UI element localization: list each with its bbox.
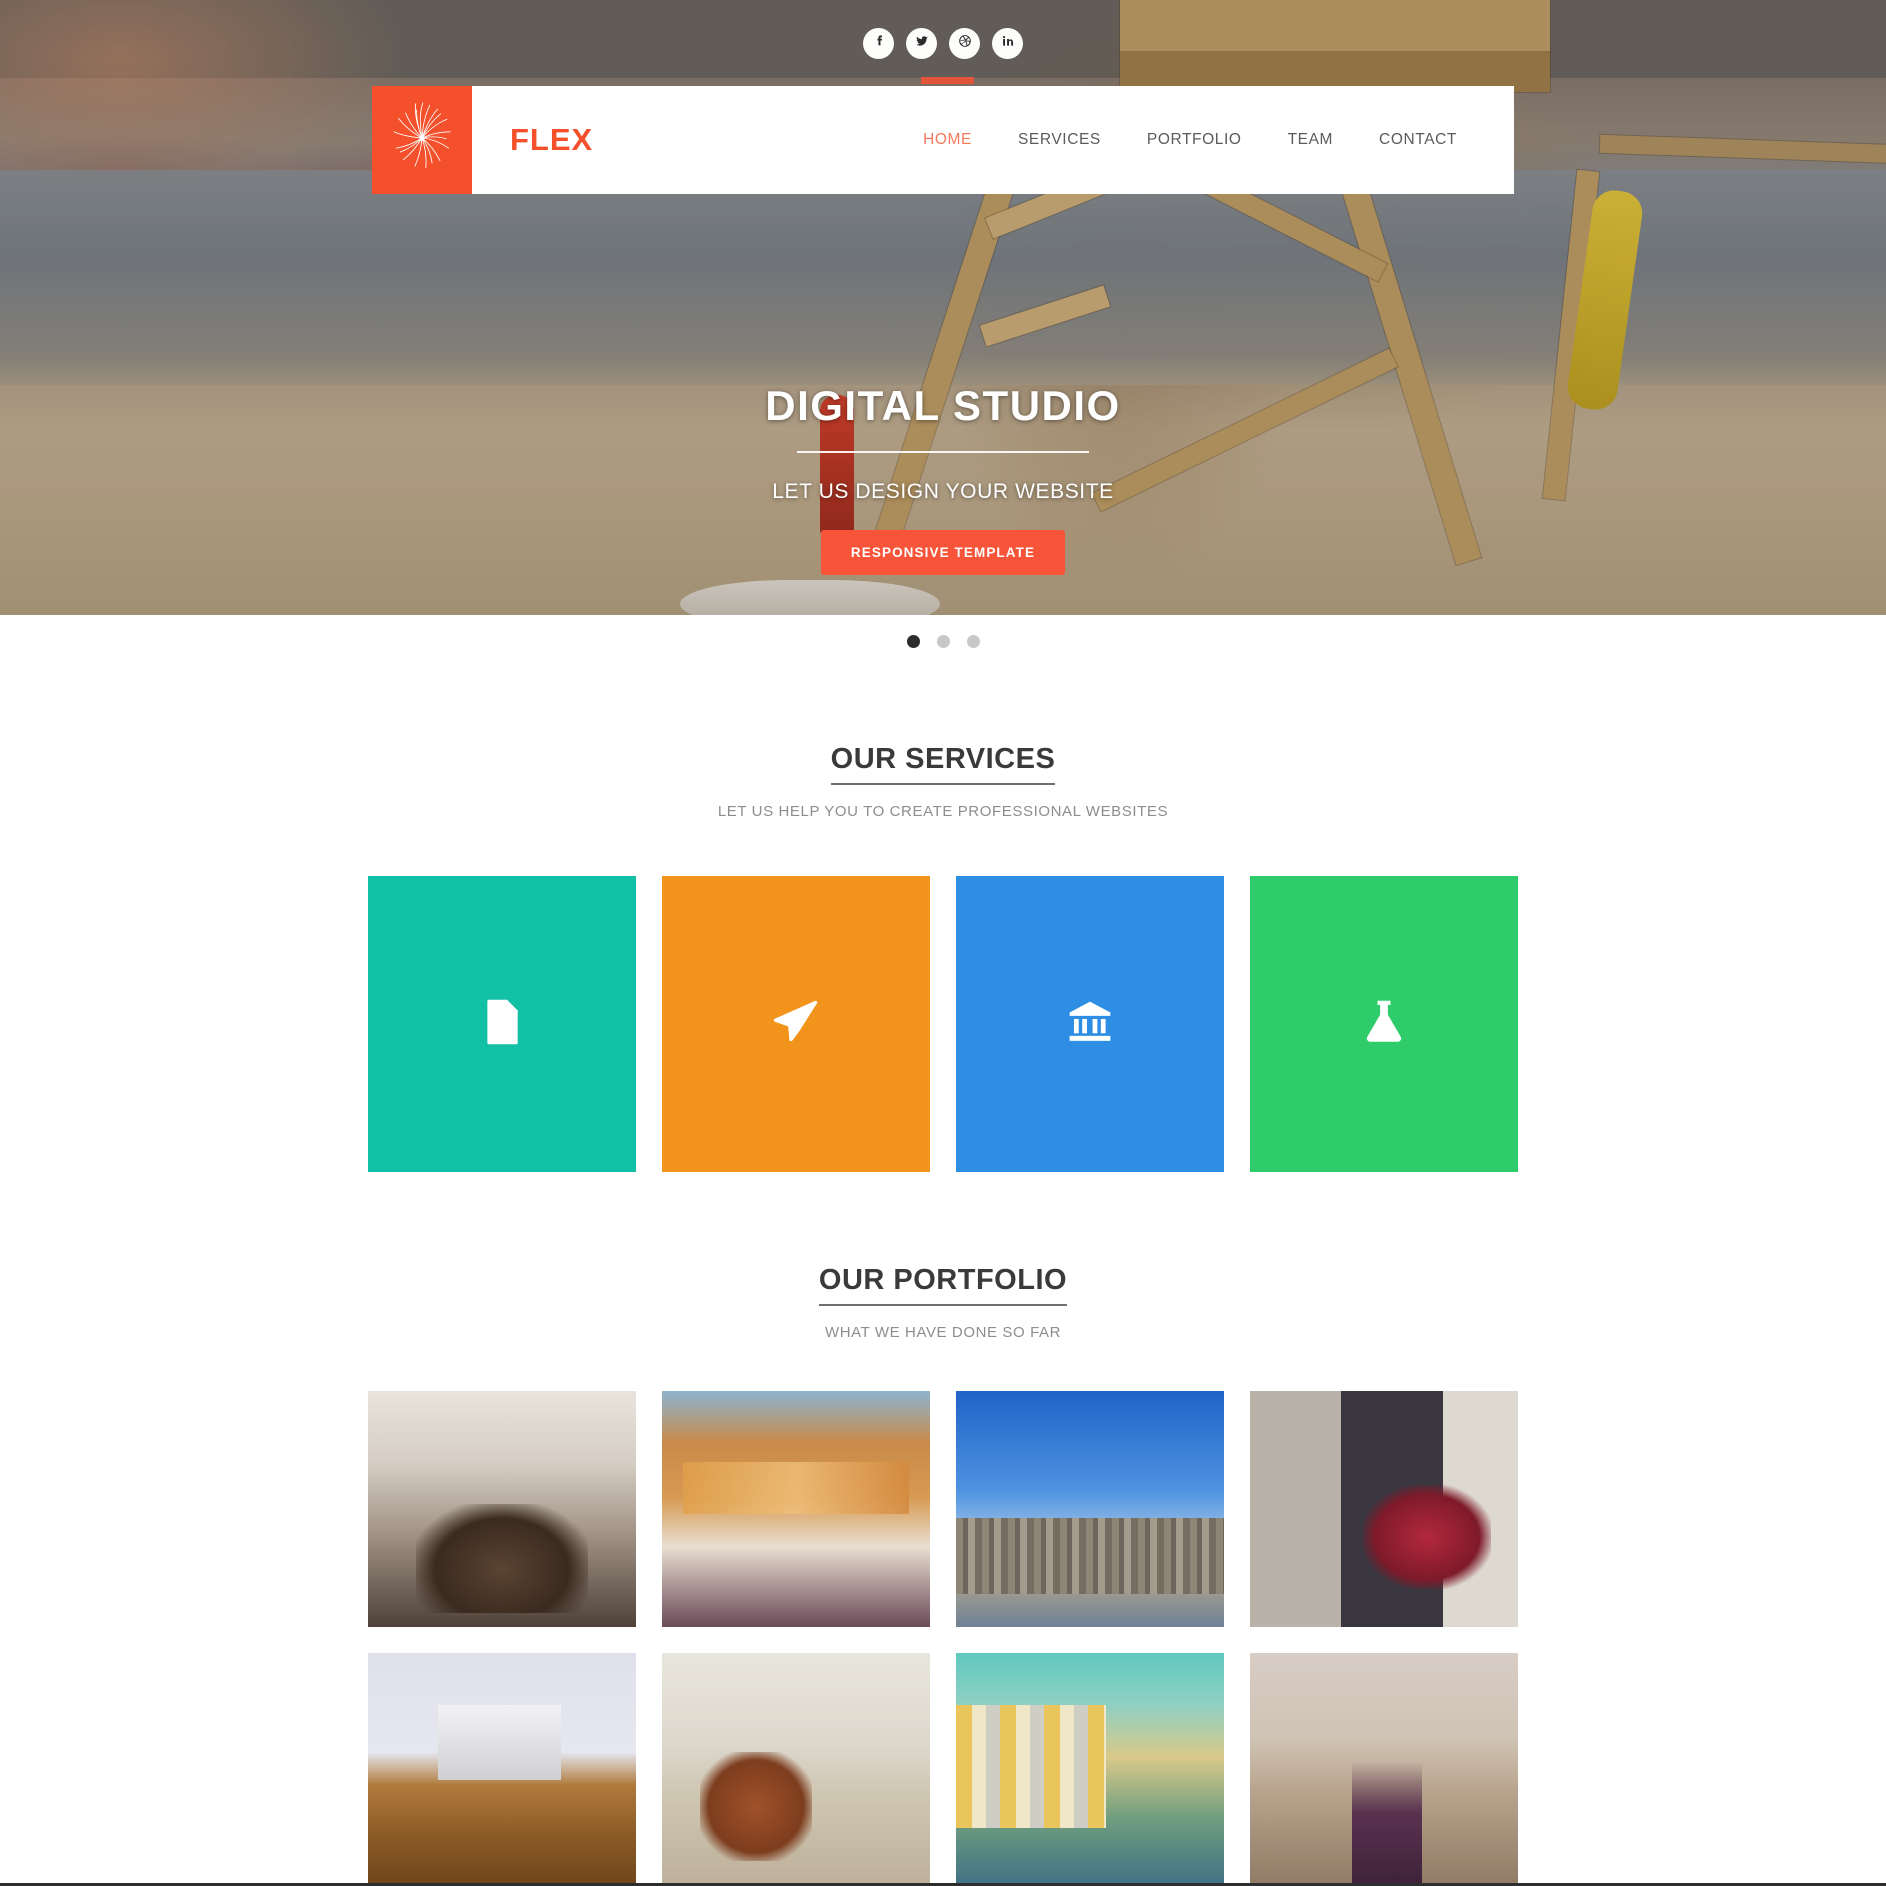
carousel-dot-2[interactable]: [936, 634, 950, 648]
services-subtitle: LET US HELP YOU TO CREATE PROFESSIONAL W…: [717, 803, 1169, 820]
social-link-dribbble[interactable]: [949, 27, 980, 59]
facebook-icon: [872, 34, 886, 53]
hero-subtitle: LET US DESIGN YOUR WEBSITE: [772, 480, 1114, 503]
nav-item-contact[interactable]: CONTACT: [1356, 86, 1480, 194]
main-navbar: FLEX HOME SERVICES PORTFOLIO TEAM CONTAC…: [372, 77, 1514, 194]
service-tile-research[interactable]: [1250, 876, 1518, 1172]
brand-logo[interactable]: [372, 86, 472, 194]
hero-divider: [797, 451, 1089, 453]
portfolio-item[interactable]: [956, 1391, 1224, 1627]
portfolio-image-sailing-boat-in-harbour: [662, 1391, 930, 1627]
bank-icon: [1064, 996, 1116, 1053]
portfolio-image-canal-houses-with-boats: [956, 1653, 1224, 1886]
services-section: OUR SERVICES LET US HELP YOU TO CREATE P…: [0, 667, 1886, 1172]
service-tile-development[interactable]: [368, 876, 636, 1172]
twitter-icon: [915, 34, 929, 53]
carousel-dot-3[interactable]: [966, 634, 980, 648]
portfolio-image-laptop-and-glasses-on-desk: [368, 1653, 636, 1886]
flower-logo-icon: [383, 97, 461, 184]
portfolio-grid: [367, 1391, 1519, 1886]
social-link-facebook[interactable]: [863, 27, 894, 59]
service-tile-marketing[interactable]: [662, 876, 930, 1172]
portfolio-section: OUR PORTFOLIO WHAT WE HAVE DONE SO FAR: [0, 1172, 1886, 1886]
nav-links: HOME SERVICES PORTFOLIO TEAM CONTACT: [900, 77, 1514, 194]
carousel-dot-1[interactable]: [906, 634, 920, 648]
portfolio-image-railway-track: [1250, 1653, 1518, 1886]
nav-item-services[interactable]: SERVICES: [995, 86, 1124, 194]
dribbble-icon: [958, 34, 972, 53]
service-tile-business[interactable]: [956, 876, 1224, 1172]
portfolio-item[interactable]: [1250, 1391, 1518, 1627]
portfolio-image-highland-cow-on-dunes: [662, 1653, 930, 1886]
portfolio-item[interactable]: [662, 1653, 930, 1886]
services-title: OUR SERVICES: [830, 743, 1056, 785]
hero-title: DIGITAL STUDIO: [765, 382, 1121, 429]
social-link-linkedin[interactable]: [992, 27, 1023, 59]
code-file-icon: [476, 996, 528, 1053]
portfolio-title: OUR PORTFOLIO: [818, 1264, 1068, 1306]
linkedin-icon: [1001, 34, 1015, 53]
paper-plane-icon: [770, 996, 822, 1053]
flask-icon: [1358, 996, 1410, 1053]
nav-item-team[interactable]: TEAM: [1265, 86, 1356, 194]
hero-section: FLEX HOME SERVICES PORTFOLIO TEAM CONTAC…: [0, 0, 1886, 615]
portfolio-image-city-skyline: [956, 1391, 1224, 1627]
portfolio-heading-block: OUR PORTFOLIO WHAT WE HAVE DONE SO FAR: [0, 1264, 1886, 1341]
services-heading-block: OUR SERVICES LET US HELP YOU TO CREATE P…: [0, 743, 1886, 820]
carousel-indicators: [0, 615, 1886, 667]
hero-cta-button[interactable]: RESPONSIVE TEMPLATE: [820, 530, 1066, 575]
services-tiles: [367, 876, 1519, 1172]
nav-item-portfolio[interactable]: PORTFOLIO: [1124, 86, 1265, 194]
portfolio-item[interactable]: [368, 1653, 636, 1886]
portfolio-image-street-with-bicycles: [368, 1391, 636, 1627]
portfolio-item[interactable]: [1250, 1653, 1518, 1886]
portfolio-item[interactable]: [368, 1391, 636, 1627]
portfolio-item[interactable]: [662, 1391, 930, 1627]
portfolio-subtitle: WHAT WE HAVE DONE SO FAR: [824, 1324, 1062, 1341]
hero-content: DIGITAL STUDIO LET US DESIGN YOUR WEBSIT…: [0, 382, 1886, 575]
nav-item-home[interactable]: HOME: [900, 77, 995, 194]
brand-name[interactable]: FLEX: [472, 86, 593, 194]
social-links-bar: [0, 0, 1886, 86]
portfolio-image-red-tricycle-on-steps: [1250, 1391, 1518, 1627]
portfolio-item[interactable]: [956, 1653, 1224, 1886]
social-link-twitter[interactable]: [906, 27, 937, 59]
